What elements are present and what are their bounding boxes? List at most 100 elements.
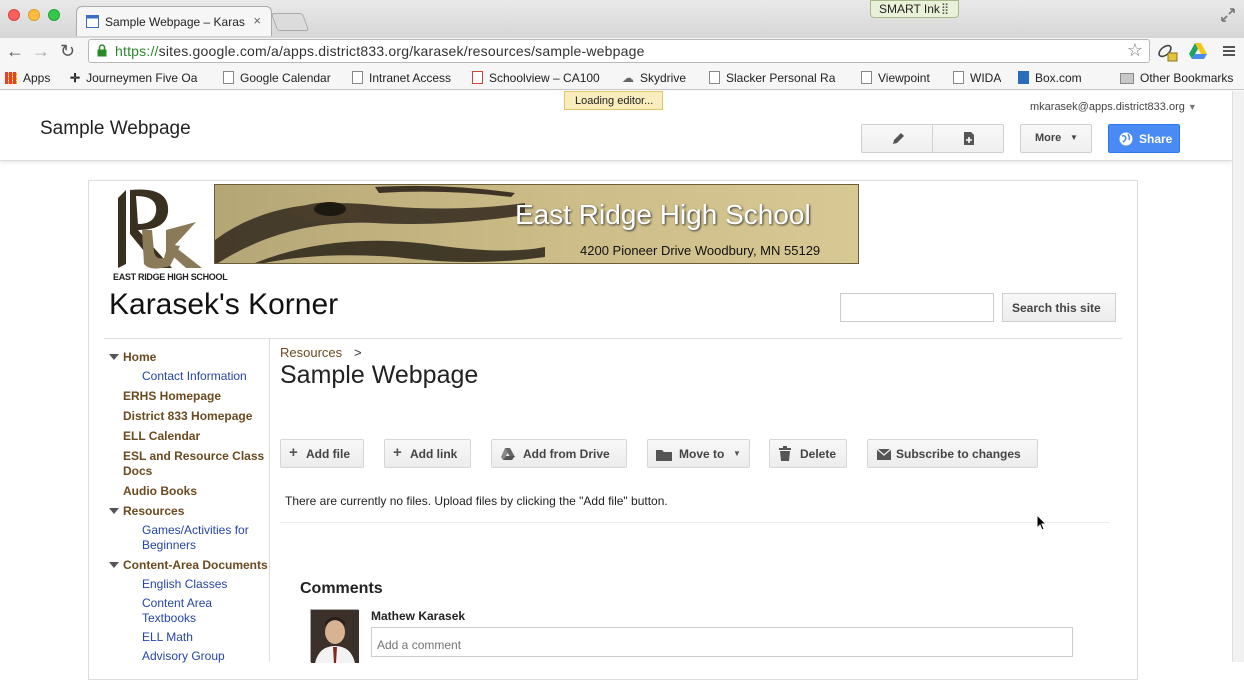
sidebar-item-ell-math[interactable]: ELL Math — [142, 630, 193, 644]
url-text: https://sites.google.com/a/apps.district… — [115, 43, 645, 59]
sidebar-item-esl-resource-docs[interactable]: ESL and Resource Class Docs — [123, 449, 268, 479]
schoolview-icon — [472, 71, 483, 84]
sidebar-item-content-area-documents[interactable]: Content-Area Documents — [123, 558, 268, 572]
share-button[interactable]: Share — [1108, 124, 1180, 153]
sidebar-item-ell-calendar[interactable]: ELL Calendar — [123, 429, 200, 443]
sites-favicon-icon — [86, 15, 99, 28]
move-to-button[interactable]: Move to ▼ — [647, 439, 750, 468]
search-site-button[interactable]: Search this site — [1002, 293, 1116, 322]
add-link-button[interactable]: + Add link — [384, 439, 471, 468]
expand-triangle-icon[interactable] — [109, 354, 119, 360]
user-account-menu[interactable]: mkarasek@apps.district833.org ▼ — [1030, 101, 1197, 113]
page-icon — [861, 71, 872, 84]
bookmark-intranet-access[interactable]: Intranet Access — [352, 71, 451, 85]
add-from-drive-button[interactable]: Add from Drive — [491, 439, 627, 468]
address-bar[interactable]: https://sites.google.com/a/apps.district… — [88, 39, 1150, 63]
back-icon[interactable]: ← — [6, 41, 24, 62]
sidebar-item-advisory-group[interactable]: Advisory Group — [142, 649, 225, 663]
expand-triangle-icon[interactable] — [109, 562, 119, 568]
smart-ink-label: SMART Ink — [879, 2, 940, 16]
edit-page-button[interactable] — [861, 124, 933, 153]
fullscreen-icon[interactable] — [1220, 7, 1236, 23]
bookmark-journeymen[interactable]: ✛ Journeymen Five Oa — [70, 71, 204, 85]
mouse-cursor-icon — [1036, 514, 1048, 531]
sidebar-item-district-833-homepage[interactable]: District 833 Homepage — [123, 409, 252, 423]
google-drive-icon[interactable] — [1188, 42, 1208, 60]
plus-icon: + — [393, 444, 402, 461]
dropdown-arrow-icon: ▼ — [1187, 102, 1197, 112]
apps-grid-icon — [5, 72, 17, 84]
box-icon — [1018, 71, 1029, 84]
bookmark-apps[interactable]: Apps — [5, 71, 50, 85]
browser-menu-icon[interactable] — [1222, 44, 1236, 58]
new-page-icon — [964, 132, 974, 145]
page-scrollbar[interactable] — [1232, 91, 1244, 662]
page-title: Sample Webpage — [280, 361, 479, 389]
new-tab-button[interactable] — [270, 13, 310, 31]
envelope-icon — [877, 449, 891, 460]
sidebar-item-resources[interactable]: Resources — [123, 504, 184, 518]
more-menu-button[interactable]: More ▼ — [1020, 124, 1092, 153]
east-ridge-logo — [118, 189, 202, 269]
school-banner: East Ridge High School 4200 Pioneer Driv… — [214, 184, 859, 264]
bookmark-box[interactable]: Box.com — [1018, 71, 1082, 85]
bookmark-star-icon[interactable]: ☆ — [1127, 40, 1143, 61]
bookmark-google-calendar[interactable]: Google Calendar — [223, 71, 331, 85]
zoom-window-button[interactable] — [48, 9, 60, 21]
sidebar-item-erhs-homepage[interactable]: ERHS Homepage — [123, 389, 221, 403]
breadcrumb-resources[interactable]: Resources — [280, 345, 342, 360]
sidebar-item-content-area-textbooks[interactable]: Content Area Textbooks — [142, 596, 237, 626]
bookmark-other-bookmarks[interactable]: Other Bookmarks — [1120, 71, 1233, 85]
reload-icon[interactable]: ↻ — [60, 41, 75, 62]
page-icon — [953, 71, 964, 84]
trash-icon — [779, 446, 791, 461]
bookmark-schoolview[interactable]: Schoolview – CA100 — [472, 71, 606, 85]
avatar — [310, 609, 359, 663]
bookmark-skydrive[interactable]: ☁ Skydrive — [622, 71, 686, 85]
add-file-button[interactable]: + Add file — [280, 439, 364, 468]
smart-ink-toolbar[interactable]: SMART Ink ⣿ — [870, 0, 959, 18]
page-icon — [352, 71, 363, 84]
sites-site-name[interactable]: Sample Webpage — [40, 118, 191, 140]
site-title[interactable]: Karasek's Korner — [109, 288, 338, 322]
browser-tab-strip: Sample Webpage – Karasek × SMART Ink ⣿ — [0, 0, 1244, 38]
site-search-input[interactable] — [840, 293, 994, 322]
bookmark-favicon-icon: ✛ — [70, 71, 81, 85]
bookmark-wida[interactable]: WIDA — [953, 71, 1001, 85]
bookmark-slacker[interactable]: Slacker Personal Ra — [709, 71, 843, 85]
browser-tab-active[interactable]: Sample Webpage – Karasek × — [76, 6, 272, 36]
banner-address: 4200 Pioneer Drive Woodbury, MN 55129 — [580, 243, 821, 258]
expand-triangle-icon[interactable] — [109, 508, 119, 514]
sidebar-item-home[interactable]: Home — [123, 350, 156, 364]
header-divider — [104, 338, 1122, 339]
tab-close-icon[interactable]: × — [253, 13, 261, 28]
dropdown-arrow-icon: ▼ — [733, 449, 741, 458]
page-icon — [223, 71, 234, 84]
sidebar-item-games-activities[interactable]: Games/Activities for Beginners — [142, 523, 262, 553]
plus-icon: + — [289, 444, 298, 461]
breadcrumb-separator: > — [354, 345, 362, 360]
sidebar-item-contact-information[interactable]: Contact Information — [142, 369, 247, 383]
subscribe-to-changes-button[interactable]: Subscribe to changes — [867, 439, 1038, 468]
delete-button[interactable]: Delete — [769, 439, 847, 468]
new-page-button[interactable] — [932, 124, 1004, 153]
clipper-extension-icon[interactable] — [1156, 41, 1178, 63]
globe-icon — [1119, 132, 1133, 146]
add-comment-input[interactable] — [371, 627, 1073, 657]
bookmarks-bar: Apps ✛ Journeymen Five Oa Google Calendar… — [0, 66, 1244, 90]
grip-icon: ⣿ — [941, 3, 950, 15]
forward-icon[interactable]: → — [32, 41, 50, 62]
no-files-message: There are currently no files. Upload fil… — [285, 494, 668, 508]
minimize-window-button[interactable] — [28, 9, 40, 21]
browser-toolbar: ← → ↻ https://sites.google.com/a/apps.di… — [0, 38, 1244, 66]
sidebar-item-english-classes[interactable]: English Classes — [142, 577, 227, 591]
close-window-button[interactable] — [8, 9, 20, 21]
sidebar-item-audio-books[interactable]: Audio Books — [123, 484, 197, 498]
bookmark-viewpoint[interactable]: Viewpoint — [861, 71, 930, 85]
files-divider — [280, 522, 1110, 523]
banner-title: East Ridge High School — [515, 199, 811, 230]
url-path: sites.google.com/a/apps.district833.org/… — [158, 43, 645, 59]
sidebar-divider — [269, 339, 270, 662]
tab-title: Sample Webpage – Karasek — [105, 15, 245, 29]
page-icon — [709, 71, 720, 84]
